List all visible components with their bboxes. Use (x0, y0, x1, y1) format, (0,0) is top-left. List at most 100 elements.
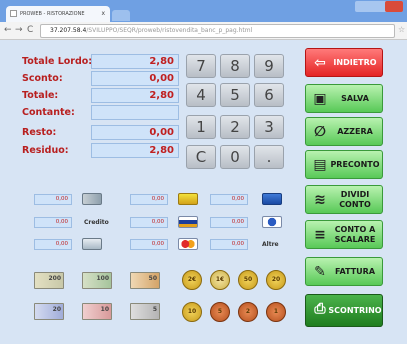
split-bill-button-label: DIVIDI CONTO (339, 189, 371, 209)
other-label: Altre (262, 241, 279, 248)
receipt-button[interactable]: ⎙ SCONTRINO (305, 294, 383, 327)
url-host: 37.207.58.4 (50, 27, 87, 34)
coin-1-cent[interactable]: 1 (266, 302, 286, 322)
banknote-value: 200 (48, 275, 61, 282)
coin-5-cent[interactable]: 5 (210, 302, 230, 322)
residual-field[interactable]: 2,80 (91, 143, 179, 158)
total-gross-field[interactable]: 2,80 (91, 54, 179, 69)
keypad-3[interactable]: 3 (254, 115, 284, 139)
tab-title: PROWEB - RISTORAZIONE (20, 11, 85, 17)
back-button[interactable]: ⇦ INDIETRO (305, 48, 383, 77)
bookmark-star-icon[interactable]: ☆ (398, 25, 405, 34)
url-input[interactable]: 37.207.58.4/SVILUPPO/SEQR/proweb/ristove… (40, 24, 395, 38)
browser-tabbar: PROWEB - RISTORAZIONE x (0, 0, 407, 22)
visa-card-icon[interactable] (178, 216, 198, 228)
coins-icon: ≡ (314, 227, 326, 243)
invoice-icon: ✎ (314, 264, 326, 280)
reload-icon[interactable]: C (27, 25, 33, 35)
keypad-clear[interactable]: C (186, 145, 216, 169)
cash-field[interactable] (91, 105, 179, 120)
payment-amount[interactable]: 0,00 (130, 194, 168, 205)
address-bar: ← → C 37.207.58.4/SVILUPPO/SEQR/proweb/r… (0, 22, 407, 40)
banknote-value: 10 (100, 306, 109, 313)
preconto-button[interactable]: ▤ PRECONTO (305, 150, 383, 179)
banknote-10[interactable]: 10 (82, 303, 112, 320)
coin-2-euro[interactable]: 2€ (182, 270, 202, 290)
banknote-5[interactable]: 5 (130, 303, 160, 320)
banknote-value: 50 (148, 275, 157, 282)
coin-2-cent[interactable]: 2 (238, 302, 258, 322)
reset-icon: ∅ (314, 124, 326, 140)
meal-voucher-icon[interactable] (82, 193, 102, 205)
keypad-0[interactable]: 0 (220, 145, 250, 169)
total-label: Totale: (22, 90, 59, 101)
receipt-icon: ▤ (313, 157, 327, 173)
pos-payment-panel: Totale Lordo: 2,80 Sconto: 0,00 Totale: … (0, 41, 407, 344)
total-field[interactable]: 2,80 (91, 88, 179, 103)
back-arrow-icon: ⇦ (314, 55, 326, 71)
payment-amount[interactable]: 0,00 (34, 194, 72, 205)
credit-label: Credito (84, 219, 109, 226)
reset-button-label: AZZERA (337, 126, 373, 136)
keypad-2[interactable]: 2 (220, 115, 250, 139)
save-icon: ▣ (313, 91, 327, 107)
banknote-value: 100 (96, 275, 109, 282)
coin-20-cent[interactable]: 20 (266, 270, 286, 290)
page-icon (10, 10, 17, 17)
window-close-button[interactable] (385, 1, 403, 12)
reset-button[interactable]: ∅ AZZERA (305, 117, 383, 146)
cash-register-icon: ⎙ (314, 301, 326, 317)
banknote-100[interactable]: 100 (82, 272, 112, 289)
payment-amount[interactable]: 0,00 (210, 217, 248, 228)
back-button-label: INDIETRO (333, 57, 377, 67)
keypad-5[interactable]: 5 (220, 83, 250, 107)
change-label: Resto: (22, 127, 57, 138)
save-button-label: SALVA (341, 93, 369, 103)
keypad-4[interactable]: 4 (186, 83, 216, 107)
amex-card-icon[interactable] (262, 193, 282, 205)
banknote-value: 5 (152, 306, 157, 313)
residual-label: Residuo: (22, 145, 69, 156)
payment-amount[interactable]: 0,00 (34, 217, 72, 228)
change-field[interactable]: 0,00 (91, 125, 179, 140)
keypad-decimal[interactable]: . (254, 145, 284, 169)
browser-tab[interactable]: PROWEB - RISTORAZIONE x (6, 6, 110, 22)
payment-amount[interactable]: 0,00 (210, 239, 248, 250)
keypad-7[interactable]: 7 (186, 54, 216, 78)
mastercard-icon[interactable] (178, 238, 198, 250)
keypad-1[interactable]: 1 (186, 115, 216, 139)
total-gross-label: Totale Lordo: (22, 56, 93, 67)
payment-amount[interactable]: 0,00 (130, 217, 168, 228)
running-account-button-label: CONTO A SCALARE (334, 224, 376, 244)
new-tab-button[interactable] (112, 10, 130, 21)
keypad-6[interactable]: 6 (254, 83, 284, 107)
banknote-value: 20 (52, 306, 61, 313)
back-icon[interactable]: ← (4, 25, 12, 35)
preconto-button-label: PRECONTO (330, 159, 380, 169)
discount-field[interactable]: 0,00 (91, 71, 179, 86)
banknote-200[interactable]: 200 (34, 272, 64, 289)
save-button[interactable]: ▣ SALVA (305, 84, 383, 113)
payment-amount[interactable]: 0,00 (130, 239, 168, 250)
ticket-card-icon[interactable] (178, 193, 198, 205)
invoice-button[interactable]: ✎ FATTURA (305, 257, 383, 286)
keypad-9[interactable]: 9 (254, 54, 284, 78)
tab-close-icon[interactable]: x (101, 6, 105, 22)
payment-amount[interactable]: 0,00 (210, 194, 248, 205)
banknote-20[interactable]: 20 (34, 303, 64, 320)
forward-icon[interactable]: → (15, 25, 23, 35)
running-account-button[interactable]: ≡ CONTO A SCALARE (305, 220, 383, 249)
check-icon[interactable] (82, 238, 102, 250)
coin-10-cent[interactable]: 10 (182, 302, 202, 322)
banknote-50[interactable]: 50 (130, 272, 160, 289)
coin-1-euro[interactable]: 1€ (210, 270, 230, 290)
keypad-8[interactable]: 8 (220, 54, 250, 78)
payment-amount[interactable]: 0,00 (34, 239, 72, 250)
coins-stack-icon: ≋ (314, 192, 326, 208)
bank-card-icon[interactable] (262, 216, 282, 228)
cash-label: Contante: (22, 107, 75, 118)
invoice-button-label: FATTURA (334, 266, 376, 276)
receipt-button-label: SCONTRINO (328, 305, 382, 315)
split-bill-button[interactable]: ≋ DIVIDI CONTO (305, 185, 383, 214)
coin-50-cent[interactable]: 50 (238, 270, 258, 290)
